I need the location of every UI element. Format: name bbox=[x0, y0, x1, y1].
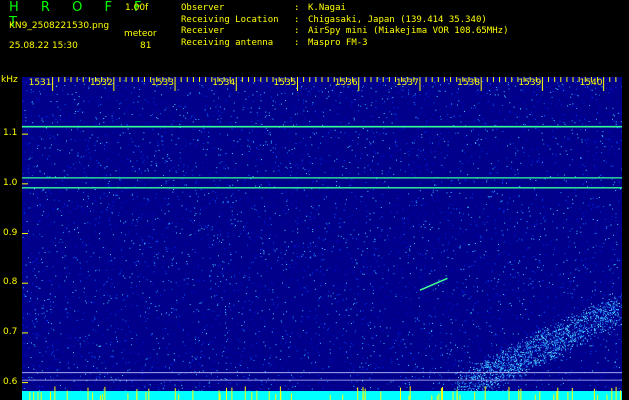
spectrogram-plot: 1531 1532 1533 1534 1535 1536 1537 1538 1539 1540 bbox=[22, 77, 622, 400]
noise-field bbox=[22, 77, 622, 400]
y-tick-label: 0.9 bbox=[3, 227, 18, 238]
y-tick-label: 0.8 bbox=[3, 277, 18, 288]
filename-label: KN9_2508221530.png bbox=[9, 21, 110, 31]
x-tick-label: 1536 bbox=[334, 78, 358, 88]
info-value: K.Nagai bbox=[308, 3, 346, 13]
x-tick-label: 1538 bbox=[457, 78, 481, 88]
x-tick-label: 1531 bbox=[28, 78, 52, 88]
header-left: H R O F F T 1.00f KN9_2508221530.png met… bbox=[0, 0, 170, 72]
meteor-count: 81 bbox=[140, 41, 152, 51]
y-axis-label: kHz bbox=[1, 75, 18, 85]
x-tick-label: 1533 bbox=[151, 78, 174, 88]
meteor-label: meteor bbox=[124, 29, 157, 39]
y-tick-label: 0.7 bbox=[3, 326, 18, 337]
info-row-receiver: Receiver: AirSpy mini (Miakejima VOR 108.… bbox=[181, 26, 509, 36]
station-info: Observer: K.Nagai Receiving Location: Chig… bbox=[181, 3, 508, 49]
info-row-location: Receiving Location: Chigasaki, Japan (139… bbox=[181, 14, 487, 25]
x-tick-label: 1537 bbox=[395, 78, 419, 88]
info-value: Maspro FM-3 bbox=[308, 37, 368, 48]
x-tick-label: 1532 bbox=[89, 78, 113, 88]
x-tick-label: 1540 bbox=[579, 78, 603, 88]
info-key: Observer bbox=[181, 3, 225, 13]
info-row-antenna: Receiving antenna: Maspro FM-3 bbox=[181, 37, 368, 48]
spectrogram-canvas bbox=[22, 77, 622, 400]
x-tick-label: 1539 bbox=[518, 78, 542, 88]
info-key: Receiving antenna bbox=[181, 37, 274, 48]
x-tick-label: 1535 bbox=[273, 78, 297, 88]
meteor-echo bbox=[419, 277, 448, 291]
info-key: Receiver bbox=[181, 26, 225, 36]
info-row-observer: Observer: K.Nagai bbox=[181, 3, 346, 13]
y-tick-label: 1.1 bbox=[3, 128, 18, 139]
info-key: Receiving Location bbox=[181, 14, 279, 25]
info-value: Chigasaki, Japan (139.414 35.340) bbox=[308, 14, 487, 25]
x-tick-label: 1534 bbox=[212, 78, 236, 88]
y-tick-label: 1.0 bbox=[3, 177, 18, 188]
version-label: 1.00f bbox=[125, 3, 149, 13]
y-tick-label: 0.6 bbox=[3, 376, 18, 387]
baseline-band bbox=[22, 391, 622, 400]
info-value: AirSpy mini (Miakejima VOR 108.65MHz) bbox=[308, 26, 509, 36]
datetime-label: 25.08.22 15:30 bbox=[9, 41, 78, 51]
